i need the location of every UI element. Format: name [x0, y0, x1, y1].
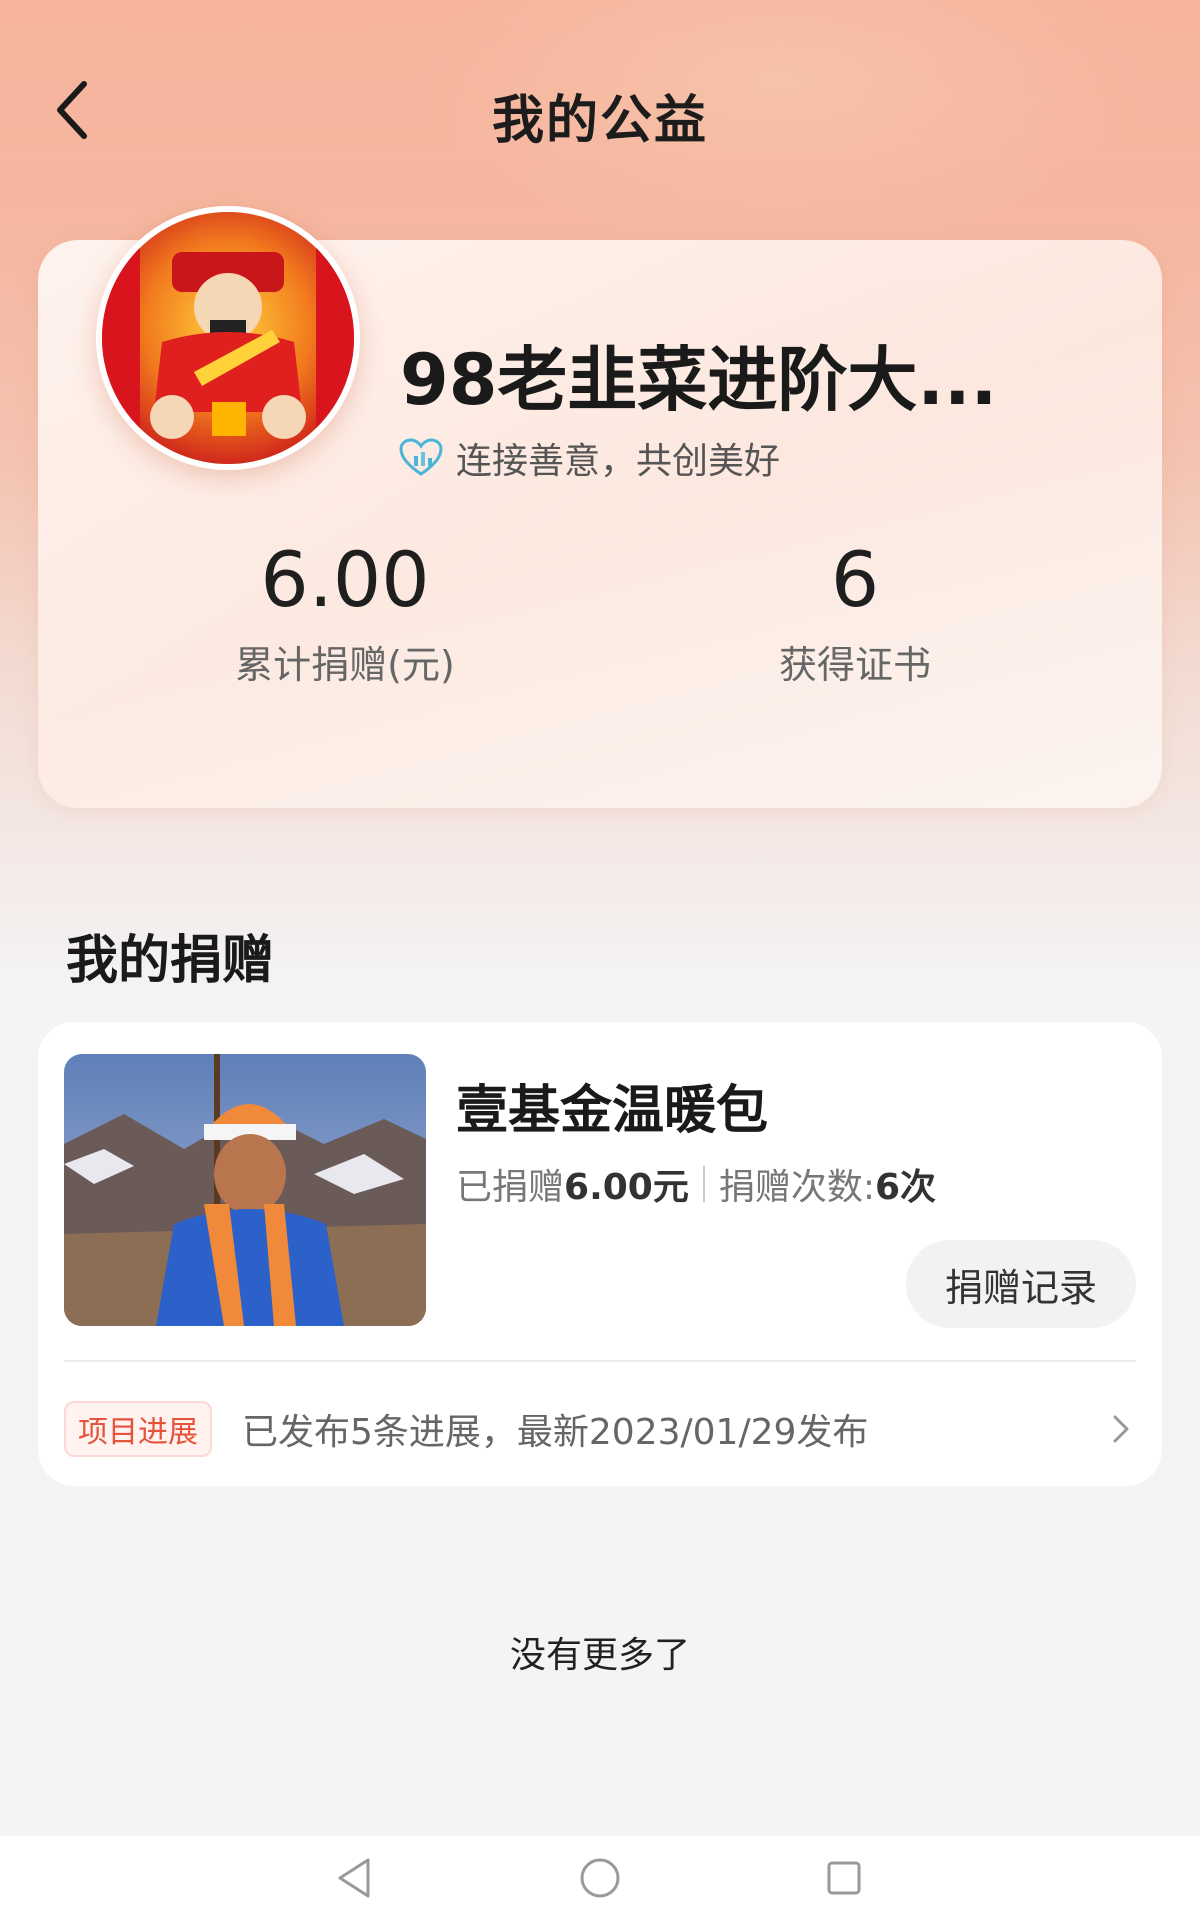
slogan-text: 连接善意，共创美好: [456, 441, 781, 482]
system-nav-bar: [0, 1836, 1200, 1920]
heart-chart-icon: [399, 438, 443, 476]
donated-prefix: 已捐赠: [456, 1167, 565, 1208]
donation-card[interactable]: 壹基金温暖包 已捐赠 6.00元 捐赠次数: 6次 捐赠记录 项目进展 已发布5…: [38, 1022, 1162, 1486]
stat-label: 累计捐赠(元): [235, 643, 455, 687]
stat-label: 获得证书: [778, 643, 931, 687]
count-value: 6次: [874, 1167, 937, 1208]
username: 98老韭菜进阶大...: [400, 339, 998, 421]
chevron-right-icon: [1113, 1415, 1129, 1443]
nav-home-icon: [580, 1858, 620, 1898]
avatar[interactable]: [96, 206, 360, 470]
nav-home-button[interactable]: [572, 1850, 628, 1906]
slogan: 连接善意，共创美好: [398, 432, 780, 484]
project-meta: 已捐赠 6.00元 捐赠次数: 6次: [456, 1158, 936, 1210]
meta-divider: [702, 1166, 705, 1202]
count-prefix: 捐赠次数:: [718, 1167, 875, 1208]
progress-badge: 项目进展: [64, 1401, 212, 1457]
card-divider: [64, 1360, 1136, 1362]
stat-value: 6: [830, 535, 880, 624]
avatar-image: [102, 212, 354, 464]
page-title: 我的公益: [491, 91, 708, 151]
nav-back-icon: [338, 1858, 370, 1898]
stat-total-donation[interactable]: 6.00 累计捐赠(元): [190, 535, 500, 689]
project-title[interactable]: 壹基金温暖包: [456, 1068, 768, 1143]
project-image[interactable]: [64, 1054, 426, 1326]
nav-back-button[interactable]: [326, 1850, 382, 1906]
nav-recents-button[interactable]: [816, 1850, 872, 1906]
no-more-text: 没有更多了: [509, 1635, 690, 1676]
stat-certificates[interactable]: 6 获得证书: [720, 535, 990, 689]
project-progress-row[interactable]: 项目进展 已发布5条进展，最新2023/01/29发布: [64, 1400, 1136, 1458]
stat-value: 6.00: [260, 535, 430, 624]
section-title: 我的捐赠: [66, 931, 275, 991]
donation-record-button[interactable]: 捐赠记录: [906, 1240, 1136, 1328]
nav-recents-icon: [827, 1861, 861, 1895]
progress-text: 已发布5条进展，最新2023/01/29发布: [242, 1412, 869, 1453]
donated-amount: 6.00元: [564, 1167, 689, 1208]
project-photo: [64, 1054, 426, 1326]
